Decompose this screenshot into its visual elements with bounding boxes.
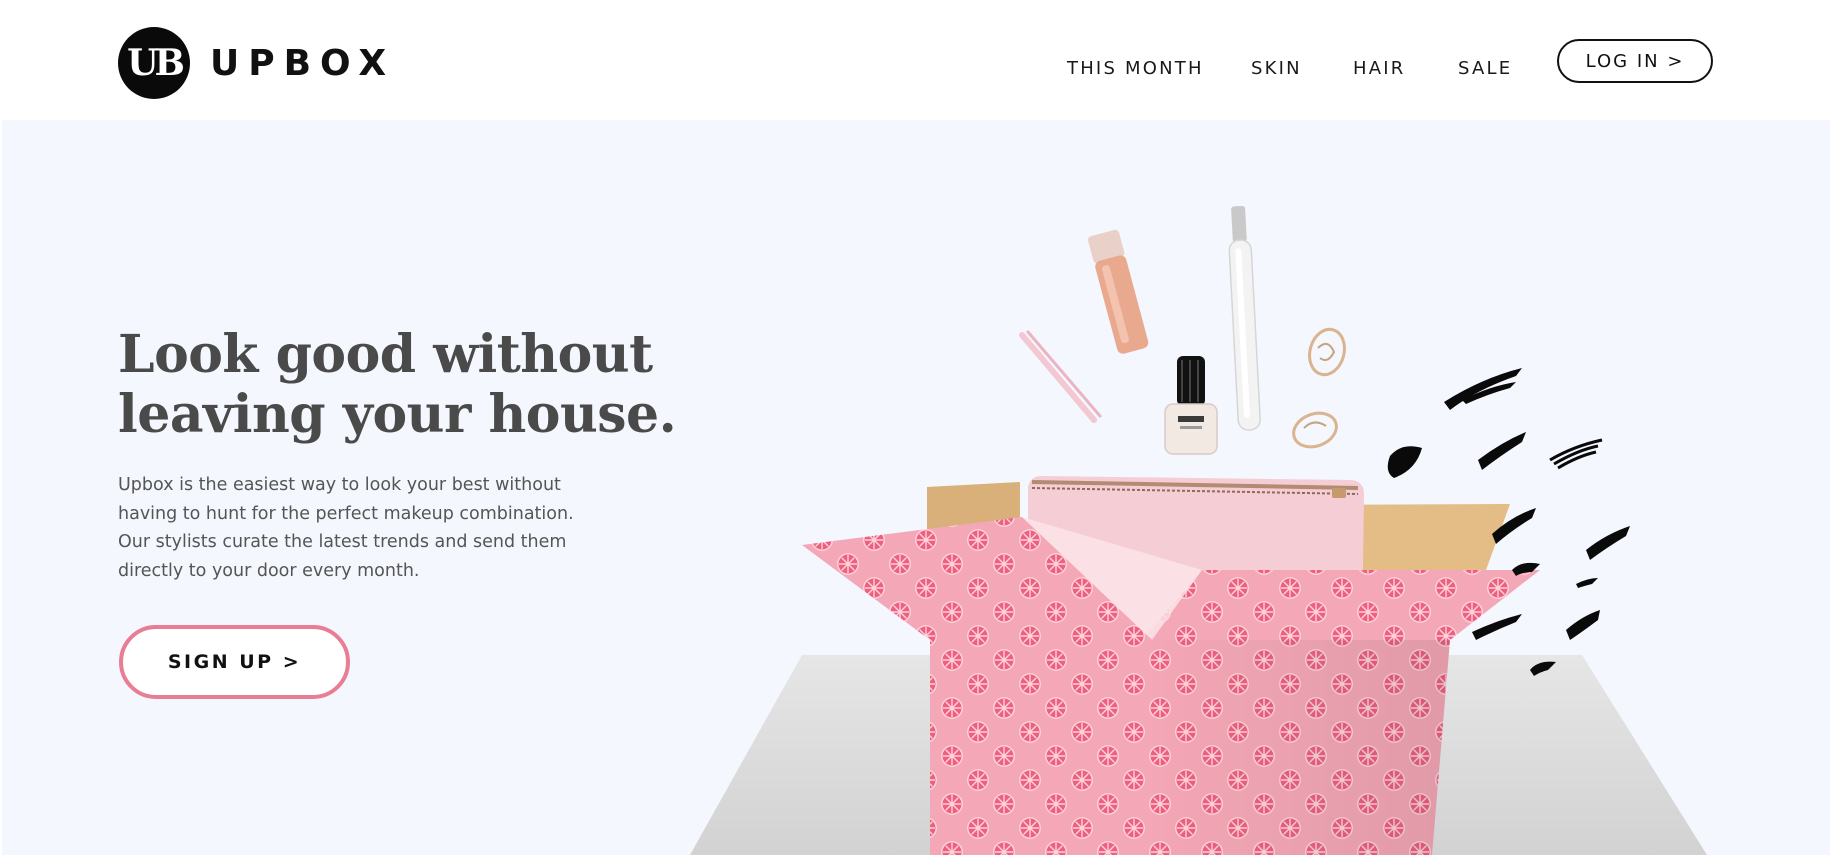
brand-logo[interactable]: UB UPBOX xyxy=(118,27,395,99)
nav-link-this-month[interactable]: THIS MONTH xyxy=(1067,58,1204,79)
site-header: UB UPBOX THIS MONTH SKIN HAIR SALE LOG I… xyxy=(0,6,1830,120)
perfume-vial-icon xyxy=(1228,205,1261,431)
main-nav-hair: HAIR xyxy=(1353,53,1405,83)
hero-section: Look good without leaving your house. Up… xyxy=(2,120,1830,855)
login-button[interactable]: LOG IN > xyxy=(1557,39,1713,83)
earring-icon xyxy=(1292,327,1346,449)
ub-logo-icon: UB xyxy=(118,27,190,99)
description-line: Our stylists curate the latest trends an… xyxy=(118,532,567,552)
main-nav-sale: SALE xyxy=(1458,53,1512,83)
brand-name: UPBOX xyxy=(210,42,396,84)
headline-line: leaving your house. xyxy=(118,384,677,445)
tweezers-icon xyxy=(1019,330,1102,423)
description-line: directly to your door every month. xyxy=(118,560,420,581)
lip-gloss-icon xyxy=(1088,229,1149,354)
page-edge xyxy=(1830,0,1848,855)
nail-polish-icon xyxy=(1164,356,1218,455)
description-line: having to hunt for the perfect makeup co… xyxy=(118,503,574,524)
headline-line: Look good without xyxy=(118,324,653,385)
nav-link-sale[interactable]: SALE xyxy=(1458,58,1512,79)
main-nav-skin: SKIN xyxy=(1251,53,1302,83)
sign-up-button[interactable]: SIGN UP > xyxy=(119,625,350,699)
main-nav: THIS MONTH xyxy=(1067,53,1204,83)
logo-mark-text: UB xyxy=(127,42,183,84)
hero-description: Upbox is the easiest way to look your be… xyxy=(118,471,638,585)
nav-link-skin[interactable]: SKIN xyxy=(1251,58,1302,79)
nav-link-hair[interactable]: HAIR xyxy=(1353,58,1405,79)
hero-headline: Look good without leaving your house. xyxy=(118,325,758,445)
description-line: Upbox is the easiest way to look your be… xyxy=(118,475,561,495)
